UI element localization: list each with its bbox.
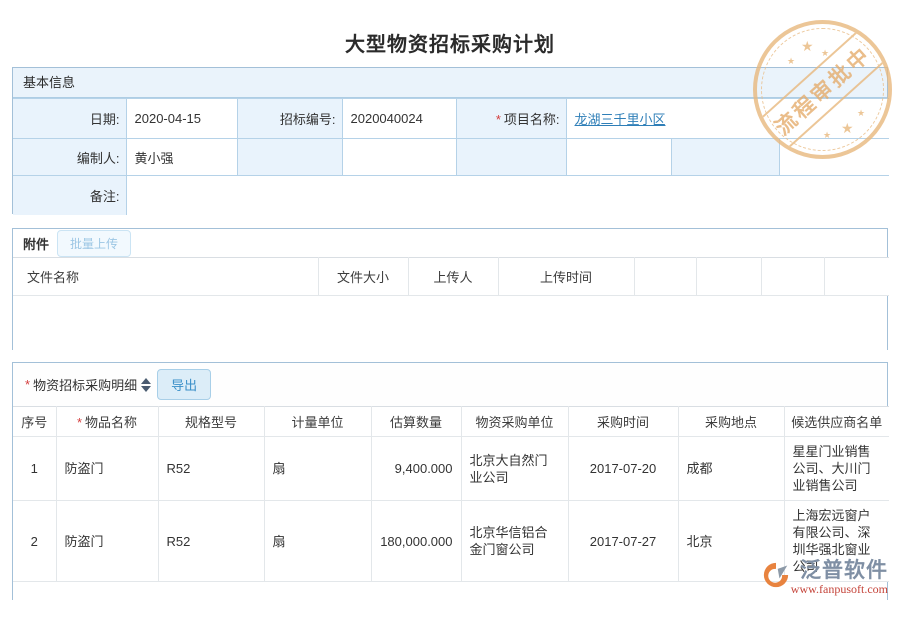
cell-spec-model: R52 xyxy=(158,501,264,582)
date-value: 2020-04-15 xyxy=(126,99,237,139)
sort-down-icon xyxy=(141,386,151,392)
empty-value-cell xyxy=(342,139,456,176)
col-purchase-org: 物资采购单位 xyxy=(461,407,568,437)
vendor-logo-text: 泛普软件 www.fanpusoft.com xyxy=(791,560,888,596)
date-label: 日期: xyxy=(13,99,126,139)
col-empty xyxy=(696,258,761,296)
basic-info-header: 基本信息 xyxy=(13,68,887,98)
creator-label: 编制人: xyxy=(13,139,126,176)
attachments-empty-body xyxy=(13,296,887,350)
empty-label-cell xyxy=(237,139,342,176)
bid-no-label: 招标编号: xyxy=(237,99,342,139)
cell-seq: 2 xyxy=(13,501,56,582)
cell-candidate-suppliers: 星星门业销售公司、大川门业销售公司 xyxy=(784,437,889,501)
cell-est-qty: 180,000.000 xyxy=(371,501,461,582)
required-mark: * xyxy=(496,112,501,127)
star-icon: ★ xyxy=(787,56,795,67)
cell-seq: 1 xyxy=(13,437,56,501)
batch-upload-button[interactable]: 批量上传 xyxy=(57,230,131,257)
cell-est-qty: 9,400.000 xyxy=(371,437,461,501)
required-mark: * xyxy=(77,415,82,430)
col-file-size: 文件大小 xyxy=(318,258,408,296)
page-title: 大型物资招标采购计划 xyxy=(0,28,900,57)
col-unit: 计量单位 xyxy=(264,407,371,437)
sort-arrows-icon[interactable] xyxy=(141,378,151,392)
col-purchase-time: 采购时间 xyxy=(568,407,678,437)
cell-purchase-time: 2017-07-20 xyxy=(568,437,678,501)
attachments-header: 附件 批量上传 xyxy=(13,229,887,257)
project-name-cell: 龙湖三千里小区 xyxy=(566,99,889,139)
cell-unit: 扇 xyxy=(264,437,371,501)
col-candidate-suppliers: 候选供应商名单 xyxy=(784,407,889,437)
col-spec-model: 规格型号 xyxy=(158,407,264,437)
col-empty xyxy=(634,258,696,296)
attachments-section: 附件 批量上传 文件名称 文件大小 上传人 上传时间 xyxy=(12,228,888,350)
cell-purchase-place: 成都 xyxy=(678,437,784,501)
attachments-title: 附件 xyxy=(23,234,49,253)
sort-up-icon xyxy=(141,378,151,384)
vendor-logo-icon xyxy=(763,562,789,591)
detail-table: 序号 *物品名称 规格型号 计量单位 估算数量 物资采购单位 采购时间 采购地点… xyxy=(13,406,889,582)
required-mark: * xyxy=(25,377,30,392)
cell-purchase-org: 北京大自然门业公司 xyxy=(461,437,568,501)
cell-item-name: 防盗门 xyxy=(56,501,158,582)
export-button[interactable]: 导出 xyxy=(157,369,211,400)
basic-info-section: 基本信息 日期: 2020-04-15 招标编号: 2020040024 *项目… xyxy=(12,67,888,214)
col-seq: 序号 xyxy=(13,407,56,437)
cell-spec-model: R52 xyxy=(158,437,264,501)
col-empty xyxy=(761,258,824,296)
empty-value-cell xyxy=(779,139,889,176)
table-row: 1 防盗门 R52 扇 9,400.000 北京大自然门业公司 2017-07-… xyxy=(13,437,889,501)
detail-section: * 物资招标采购明细 导出 序号 *物品名称 规格型号 计量单位 估算数量 物资… xyxy=(12,362,888,600)
cell-item-name: 防盗门 xyxy=(56,437,158,501)
project-name-link[interactable]: 龙湖三千里小区 xyxy=(575,112,666,127)
vendor-brand: 泛普软件 xyxy=(800,560,888,582)
col-item-name: *物品名称 xyxy=(56,407,158,437)
project-name-label: *项目名称: xyxy=(456,99,566,139)
detail-title: 物资招标采购明细 xyxy=(33,375,137,394)
remark-value xyxy=(126,176,889,215)
col-upload-time: 上传时间 xyxy=(498,258,634,296)
vendor-logo: 泛普软件 www.fanpusoft.com xyxy=(763,560,888,596)
empty-value-cell xyxy=(566,139,671,176)
creator-value: 黄小强 xyxy=(126,139,237,176)
basic-info-grid: 日期: 2020-04-15 招标编号: 2020040024 *项目名称: 龙… xyxy=(13,98,889,215)
detail-empty-body xyxy=(13,582,887,630)
detail-header: * 物资招标采购明细 导出 xyxy=(13,363,887,406)
col-uploader: 上传人 xyxy=(408,258,498,296)
cell-purchase-time: 2017-07-27 xyxy=(568,501,678,582)
empty-label-cell xyxy=(671,139,779,176)
cell-unit: 扇 xyxy=(264,501,371,582)
col-purchase-place: 采购地点 xyxy=(678,407,784,437)
detail-header-row: 序号 *物品名称 规格型号 计量单位 估算数量 物资采购单位 采购时间 采购地点… xyxy=(13,407,889,437)
attachments-table: 文件名称 文件大小 上传人 上传时间 xyxy=(13,257,889,296)
vendor-url: www.fanpusoft.com xyxy=(791,582,888,596)
empty-label-cell xyxy=(456,139,566,176)
col-empty xyxy=(824,258,889,296)
table-row: 2 防盗门 R52 扇 180,000.000 北京华信铝合金门窗公司 2017… xyxy=(13,501,889,582)
remark-label: 备注: xyxy=(13,176,126,215)
col-file-name: 文件名称 xyxy=(13,258,318,296)
cell-purchase-org: 北京华信铝合金门窗公司 xyxy=(461,501,568,582)
bid-no-value: 2020040024 xyxy=(342,99,456,139)
col-est-qty: 估算数量 xyxy=(371,407,461,437)
page: 大型物资招标采购计划 流程审批中 ★ ★ ★ ★ ★ ★ 基本信息 日期: 20… xyxy=(0,0,900,600)
